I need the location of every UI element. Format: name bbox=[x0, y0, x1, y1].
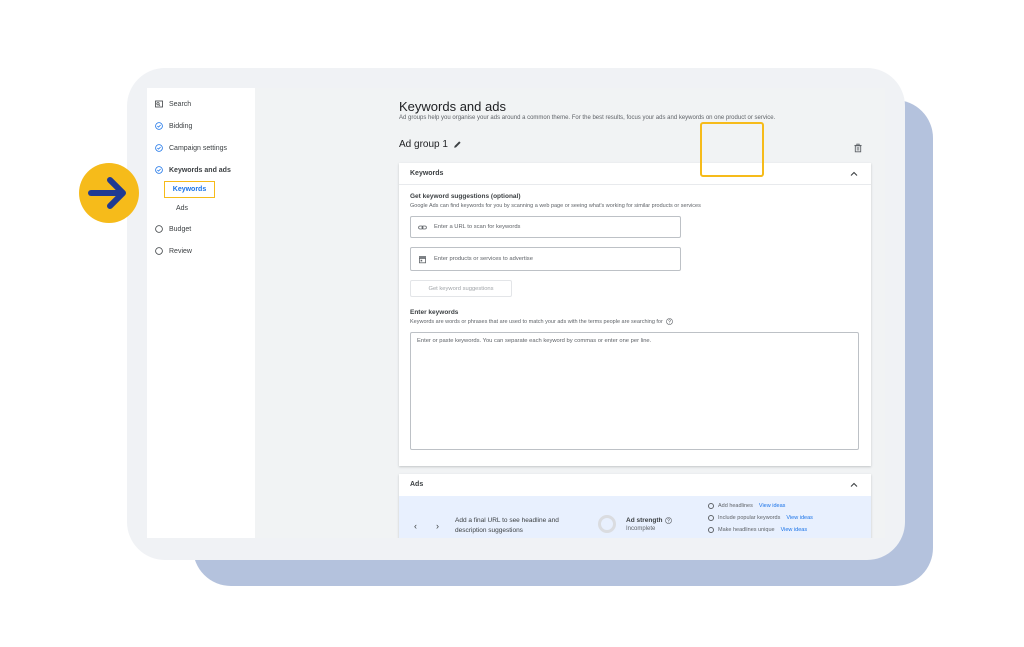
keywords-panel-title: Keywords bbox=[410, 170, 444, 177]
sidebar-item-label: Keywords and ads bbox=[169, 166, 231, 174]
view-ideas-link[interactable]: View ideas bbox=[786, 515, 813, 521]
checklist-item-label: Include popular keywords bbox=[718, 515, 781, 521]
main-content: Keywords and ads Ad groups help you orga… bbox=[255, 88, 885, 538]
sidebar-item-bidding[interactable]: Bidding bbox=[155, 122, 192, 130]
keywords-panel: Keywords Get keyword suggestions (option… bbox=[399, 163, 871, 466]
sidebar-item-label: Budget bbox=[169, 225, 192, 233]
page-title: Keywords and ads bbox=[399, 99, 506, 114]
checklist-item-label: Make headlines unique bbox=[718, 527, 775, 533]
ad-group-name: Ad group 1 bbox=[399, 139, 448, 150]
chevron-up-icon[interactable] bbox=[849, 169, 859, 179]
page-description: Ad groups help you organise your ads aro… bbox=[399, 115, 776, 121]
checklist-item-label: Add headlines bbox=[718, 503, 753, 509]
sidebar-item-label: Campaign settings bbox=[169, 144, 227, 152]
link-icon bbox=[418, 223, 427, 232]
sidebar-item-label: Search bbox=[169, 100, 192, 108]
chevron-right-icon[interactable]: › bbox=[436, 521, 439, 531]
keyword-suggestions-title: Get keyword suggestions (optional) bbox=[410, 193, 521, 200]
get-keyword-suggestions-label: Get keyword suggestions bbox=[428, 285, 494, 292]
sidebar-subitem-label: Ads bbox=[176, 205, 189, 212]
products-services-placeholder: Enter products or services to advertise bbox=[434, 256, 533, 262]
ad-suggestion-text: Add a final URL to see headline and desc… bbox=[455, 517, 559, 534]
ads-panel-header[interactable]: Ads bbox=[399, 474, 871, 495]
ad-group-title: Ad group 1 bbox=[399, 139, 462, 150]
ad-suggestions-strip: ‹ › Add a final URL to see headline and … bbox=[399, 496, 871, 538]
screenshot-frame: Search Bidding Campaign settings Keyword… bbox=[127, 68, 905, 560]
chevron-left-icon[interactable]: ‹ bbox=[414, 521, 417, 531]
help-icon[interactable] bbox=[665, 517, 673, 524]
sidebar-item-label: Bidding bbox=[169, 122, 193, 130]
sidebar: Search Bidding Campaign settings Keyword… bbox=[147, 88, 255, 538]
view-ideas-link[interactable]: View ideas bbox=[781, 527, 808, 533]
sidebar-subitem-keywords[interactable]: Keywords bbox=[164, 181, 215, 198]
arrow-badge bbox=[79, 163, 139, 223]
keywords-textarea[interactable]: Enter or paste keywords. You can separat… bbox=[410, 332, 859, 450]
empty-circle-icon bbox=[708, 503, 714, 509]
empty-circle-icon bbox=[708, 527, 714, 533]
checklist-item: Include popular keywords View ideas bbox=[708, 515, 813, 521]
trash-highlight-box bbox=[700, 122, 764, 177]
pencil-icon[interactable] bbox=[453, 140, 462, 149]
keywords-panel-header[interactable]: Keywords bbox=[399, 163, 871, 185]
check-circle-icon bbox=[155, 166, 163, 174]
sidebar-item-budget[interactable]: Budget bbox=[155, 225, 191, 233]
enter-keywords-description-text: Keywords are words or phrases that are u… bbox=[410, 318, 663, 325]
check-circle-icon bbox=[155, 144, 163, 152]
ads-panel: Ads ‹ › Add a final URL to see headline … bbox=[399, 474, 871, 538]
sidebar-item-campaign-settings[interactable]: Campaign settings bbox=[155, 144, 227, 152]
google-ads-screen: Search Bidding Campaign settings Keyword… bbox=[147, 88, 885, 538]
search-box-icon bbox=[155, 100, 163, 108]
empty-circle-icon bbox=[155, 247, 163, 255]
ad-strength-ring-icon bbox=[598, 515, 616, 533]
keyword-suggestions-description: Google Ads can find keywords for you by … bbox=[410, 203, 701, 209]
enter-keywords-description: Keywords are words or phrases that are u… bbox=[410, 318, 673, 325]
sidebar-subitem-ads[interactable]: Ads bbox=[176, 205, 188, 212]
empty-circle-icon bbox=[155, 225, 163, 233]
help-icon[interactable] bbox=[666, 318, 673, 325]
ad-strength-label: Ad strength bbox=[626, 517, 673, 524]
check-circle-icon bbox=[155, 122, 163, 130]
sidebar-item-search[interactable]: Search bbox=[155, 100, 191, 108]
sidebar-item-review[interactable]: Review bbox=[155, 247, 192, 255]
checklist-item: Make headlines unique View ideas bbox=[708, 527, 807, 533]
ad-strength-label-text: Ad strength bbox=[626, 517, 663, 524]
trash-icon[interactable] bbox=[853, 140, 863, 153]
sidebar-subitem-label: Keywords bbox=[172, 186, 207, 193]
get-keyword-suggestions-button[interactable]: Get keyword suggestions bbox=[410, 280, 512, 297]
chevron-up-icon[interactable] bbox=[849, 480, 859, 490]
enter-keywords-title: Enter keywords bbox=[410, 309, 459, 316]
ad-strength-status: Incomplete bbox=[626, 526, 656, 532]
products-services-input[interactable]: Enter products or services to advertise bbox=[410, 247, 681, 271]
ads-panel-title: Ads bbox=[410, 481, 424, 488]
checklist-item: Add headlines View ideas bbox=[708, 503, 785, 509]
view-ideas-link[interactable]: View ideas bbox=[759, 503, 786, 509]
keywords-textarea-placeholder: Enter or paste keywords. You can separat… bbox=[417, 338, 652, 344]
arrow-right-icon bbox=[88, 177, 126, 209]
url-scan-placeholder: Enter a URL to scan for keywords bbox=[434, 224, 521, 230]
sidebar-item-label: Review bbox=[169, 247, 192, 255]
store-icon bbox=[418, 255, 427, 264]
url-scan-input[interactable]: Enter a URL to scan for keywords bbox=[410, 216, 681, 238]
empty-circle-icon bbox=[708, 515, 714, 521]
sidebar-item-keywords-and-ads[interactable]: Keywords and ads bbox=[155, 166, 231, 174]
